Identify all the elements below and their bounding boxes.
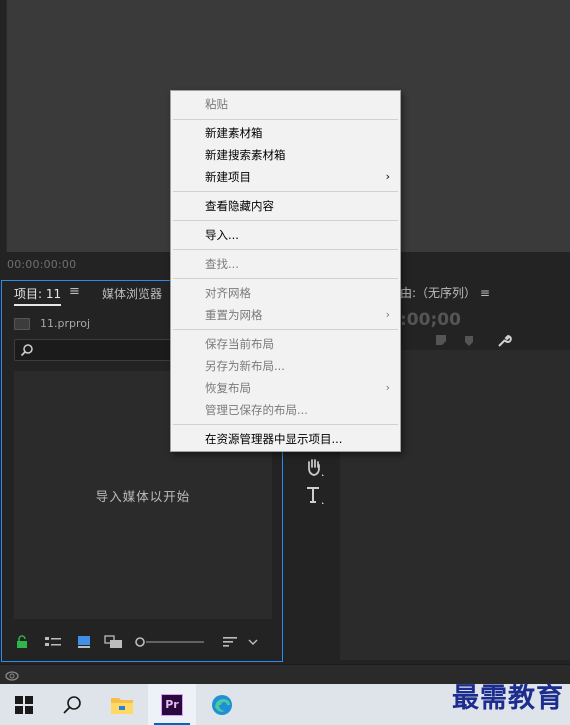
premiere-pro-icon: Pr <box>161 693 183 716</box>
zoom-slider[interactable] <box>134 635 206 649</box>
hand-tool-icon[interactable] <box>303 456 325 478</box>
menu-separator <box>173 424 398 425</box>
timeline-toolbar <box>398 333 568 349</box>
type-tool-icon[interactable] <box>303 484 325 506</box>
project-toolbar <box>2 633 282 653</box>
folder-icon <box>111 697 133 714</box>
menu-item-reveal-in-explorer[interactable]: 在资源管理器中显示项目... <box>171 428 400 450</box>
tab-media-browser[interactable]: 媒体浏览器 <box>102 285 162 302</box>
freeform-view-icon[interactable] <box>104 635 124 649</box>
start-button[interactable] <box>0 684 48 725</box>
tab-project[interactable]: 项目: 11 <box>14 285 62 306</box>
edge-browser-button[interactable] <box>198 684 246 725</box>
menu-item-new-bin[interactable]: 新建素材箱 <box>171 122 400 144</box>
menu-item-view-hidden[interactable]: 查看隐藏内容 <box>171 195 400 217</box>
menu-separator <box>173 278 398 279</box>
project-file-row: 11.prproj <box>14 317 90 330</box>
menu-item-restore-layout[interactable]: 恢复布局 › <box>171 377 400 399</box>
chevron-right-icon: › <box>385 381 390 394</box>
timeline-timecode[interactable]: :00;00 <box>400 310 461 330</box>
menu-item-new-item[interactable]: 新建项目 › <box>171 166 400 188</box>
menu-item-new-search-bin[interactable]: 新建搜索素材箱 <box>171 144 400 166</box>
sort-icon[interactable] <box>222 635 238 649</box>
icon-view-icon[interactable] <box>76 635 92 649</box>
linked-selection-icon[interactable] <box>434 333 448 347</box>
windows-logo-icon <box>15 695 33 714</box>
timeline-menu-icon[interactable]: ≡ <box>480 286 490 300</box>
watermark-text: 最需教育 <box>452 683 564 714</box>
source-timecode: 00:00:00:00 <box>7 258 77 271</box>
menu-item-manage-layouts[interactable]: 管理已保存的布局... <box>171 399 400 421</box>
menu-item-reset-to-grid[interactable]: 重置为网格 › <box>171 304 400 326</box>
chevron-down-icon[interactable] <box>248 635 258 649</box>
menu-item-find[interactable]: 查找... <box>171 253 400 275</box>
search-icon <box>20 344 33 357</box>
tools-panel <box>300 450 336 662</box>
list-view-icon[interactable] <box>44 635 62 649</box>
creative-cloud-icon[interactable] <box>4 668 20 682</box>
menu-item-paste[interactable]: 粘贴 <box>171 93 400 115</box>
menu-item-save-as-new-layout[interactable]: 另存为新布局... <box>171 355 400 377</box>
bin-icon <box>14 317 30 330</box>
menu-separator <box>173 119 398 120</box>
marker-icon[interactable] <box>464 335 474 347</box>
menu-separator <box>173 220 398 221</box>
search-icon <box>63 695 81 714</box>
project-file-name: 11.prproj <box>40 317 91 330</box>
chevron-right-icon: › <box>385 308 390 321</box>
menu-separator <box>173 249 398 250</box>
wrench-icon[interactable] <box>496 333 512 349</box>
lock-icon[interactable] <box>16 635 28 649</box>
menu-item-align-to-grid[interactable]: 对齐网格 <box>171 282 400 304</box>
context-menu: 粘贴 新建素材箱 新建搜索素材箱 新建项目 › 查看隐藏内容 导入... 查找..… <box>170 90 401 452</box>
panel-menu-icon[interactable]: ≡ <box>69 284 80 299</box>
menu-item-import[interactable]: 导入... <box>171 224 400 246</box>
menu-separator <box>173 191 398 192</box>
timeline-sequence-label: 由:（无序列） <box>400 286 477 300</box>
import-media-hint: 导入媒体以开始 <box>95 489 191 504</box>
menu-item-save-layout[interactable]: 保存当前布局 <box>171 333 400 355</box>
file-explorer-button[interactable] <box>98 684 146 725</box>
edge-icon <box>212 694 232 715</box>
chevron-right-icon: › <box>385 170 390 183</box>
taskbar-search-button[interactable] <box>48 684 96 725</box>
menu-separator <box>173 329 398 330</box>
timeline-title[interactable]: 由:（无序列） ≡ <box>400 284 490 301</box>
premiere-pro-button[interactable]: Pr <box>148 684 196 725</box>
